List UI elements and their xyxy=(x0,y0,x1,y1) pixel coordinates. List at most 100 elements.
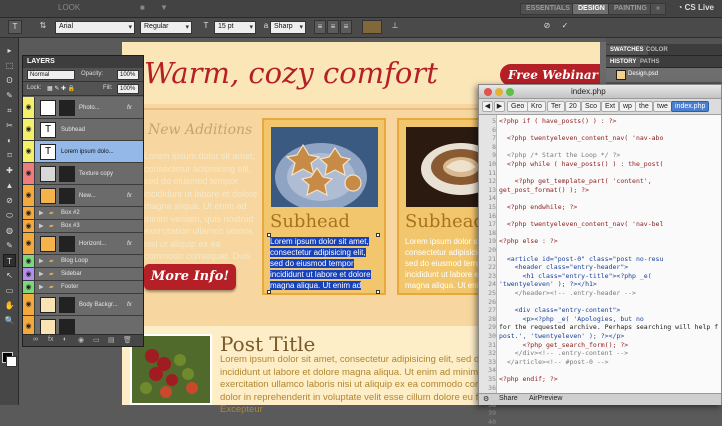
share-button[interactable]: Share xyxy=(499,395,518,402)
background-color-swatch[interactable] xyxy=(6,356,17,367)
layer-row[interactable]: ◉ ▶ ▰ Box #3 xyxy=(23,220,143,233)
bounding-box-handle[interactable] xyxy=(376,290,380,294)
font-style-select[interactable]: Regular ▾ xyxy=(140,21,192,34)
expand-group-icon[interactable]: ▶ xyxy=(39,284,44,291)
commit-edit-icon[interactable]: ✓ xyxy=(558,20,572,34)
eyedropper-tool-icon[interactable]: ◐ xyxy=(3,134,16,147)
layer-effects-icon[interactable]: fx xyxy=(127,241,132,247)
add-mask-icon[interactable]: ◐ xyxy=(63,336,67,343)
gradient-tool-icon[interactable]: ◍ xyxy=(3,224,16,237)
link-layers-icon[interactable]: ∞ xyxy=(33,336,38,343)
expand-group-icon[interactable]: ▶ xyxy=(39,223,44,230)
card-body-text-selected[interactable]: Lorem ipsum dolor sit amet, consectetur … xyxy=(270,236,378,291)
crop-tool-icon[interactable]: ⌗ xyxy=(3,104,16,117)
font-family-select[interactable]: Arial ▾ xyxy=(55,21,135,34)
expand-group-icon[interactable]: ▶ xyxy=(39,258,44,265)
breadcrumb-item[interactable]: Sco xyxy=(581,101,602,112)
workspace-more[interactable]: » xyxy=(650,3,666,15)
new-layer-icon[interactable]: ▤ xyxy=(108,336,115,344)
layer-effects-icon[interactable]: fx xyxy=(127,193,132,199)
opacity-input[interactable]: 100% xyxy=(117,70,139,80)
layers-tab[interactable]: LAYERS xyxy=(23,56,143,68)
lock-icons[interactable]: ▦ ✎ ✚ 🔒 xyxy=(47,85,75,92)
menu-item-look[interactable]: LOOK xyxy=(58,3,80,12)
align-center-icon[interactable]: ≡ xyxy=(327,20,339,34)
bounding-box-handle[interactable] xyxy=(267,233,271,237)
eye-icon[interactable]: ◉ xyxy=(23,233,35,254)
bounding-box-handle[interactable] xyxy=(376,233,380,237)
minimize-window-icon[interactable] xyxy=(495,88,503,96)
eye-icon[interactable]: ◉ xyxy=(23,207,35,219)
layer-row[interactable]: ◉ ▶ ▰ Box #2 xyxy=(23,207,143,220)
airpreview-button[interactable]: AirPreview xyxy=(529,395,562,402)
eraser-tool-icon[interactable]: ⬭ xyxy=(3,209,16,222)
breadcrumb-item[interactable]: the xyxy=(635,101,653,112)
slice-tool-icon[interactable]: ✂ xyxy=(3,119,16,132)
expand-group-icon[interactable]: ▶ xyxy=(39,210,44,217)
align-left-icon[interactable]: ≡ xyxy=(314,20,326,34)
layer-effects-icon[interactable]: fx xyxy=(127,105,132,111)
eye-icon[interactable]: ◉ xyxy=(23,281,35,293)
layer-row[interactable]: ◉ Photo... fx xyxy=(23,97,143,119)
expand-group-icon[interactable]: ▶ xyxy=(39,271,44,278)
breadcrumb-item[interactable]: twe xyxy=(653,101,672,112)
trash-icon[interactable]: 🗑 xyxy=(123,336,132,344)
history-snapshot-item[interactable]: Design.psd xyxy=(606,68,722,82)
lasso-tool-icon[interactable]: ʘ xyxy=(3,74,16,87)
tab-color[interactable]: COLOR xyxy=(642,45,672,55)
workspace-design[interactable]: DESIGN xyxy=(572,3,611,15)
cs-live-button[interactable]: ◔ CS Live xyxy=(678,3,714,12)
history-brush-tool-icon[interactable]: ⊘ xyxy=(3,194,16,207)
layer-row[interactable]: ◉ T Subhead xyxy=(23,119,143,141)
align-right-icon[interactable]: ≡ xyxy=(340,20,352,34)
layer-effects-icon[interactable]: fx xyxy=(127,302,132,308)
add-style-icon[interactable]: fx xyxy=(48,336,53,343)
layer-row[interactable]: ◉ Texture copy xyxy=(23,163,143,185)
breadcrumb-item[interactable]: Ter xyxy=(547,101,565,112)
breadcrumb-item[interactable]: Ext xyxy=(601,101,620,112)
eye-icon[interactable]: ◉ xyxy=(23,141,35,162)
stamp-tool-icon[interactable]: ▲ xyxy=(3,179,16,192)
workspace-essentials[interactable]: ESSENTIALS xyxy=(520,3,576,15)
workspace-painting[interactable]: PAINTING xyxy=(608,3,653,15)
menu-item-arrange[interactable]: ■ xyxy=(140,3,145,12)
blend-mode-select[interactable]: Normal xyxy=(27,70,75,80)
layer-row[interactable]: ◉ T Lorem ipsum dolo... xyxy=(23,141,143,163)
menu-item-view[interactable]: ▼ xyxy=(160,3,168,12)
eye-icon[interactable]: ◉ xyxy=(23,119,35,140)
shape-tool-icon[interactable]: ▭ xyxy=(3,284,16,297)
antialias-select[interactable]: Sharp ▾ xyxy=(270,21,306,34)
breadcrumb-item[interactable]: Geo xyxy=(507,101,529,112)
eye-icon[interactable]: ◉ xyxy=(23,185,35,206)
warp-text-icon[interactable]: ⊥ xyxy=(388,20,402,34)
code-area[interactable]: <?php if ( have_posts() ) : ?> <?php twe… xyxy=(497,115,721,393)
zoom-window-icon[interactable] xyxy=(506,88,514,96)
breadcrumb-item[interactable]: 20 xyxy=(565,101,581,112)
hand-tool-icon[interactable]: ✋ xyxy=(3,299,16,312)
fill-input[interactable]: 100% xyxy=(117,84,139,94)
path-select-tool-icon[interactable]: ↖ xyxy=(3,269,16,282)
bounding-box-handle[interactable] xyxy=(267,290,271,294)
marquee-tool-icon[interactable]: ⬚ xyxy=(3,59,16,72)
eye-icon[interactable]: ◉ xyxy=(23,294,35,315)
eye-icon[interactable]: ◉ xyxy=(23,220,35,232)
zoom-tool-icon[interactable]: 🔍 xyxy=(3,314,16,327)
breadcrumb-item[interactable]: wp xyxy=(619,101,636,112)
layer-row[interactable]: ◉ New... fx xyxy=(23,185,143,207)
close-window-icon[interactable] xyxy=(484,88,492,96)
tab-paths[interactable]: PATHS xyxy=(636,57,663,67)
brush-tool-icon[interactable]: ✚ xyxy=(3,164,16,177)
eye-icon[interactable]: ◉ xyxy=(23,97,35,118)
text-orientation-icon[interactable]: ⇅ xyxy=(36,20,50,34)
layer-row[interactable]: ◉ ▶ ▰ Sidebar xyxy=(23,268,143,281)
new-group-icon[interactable]: ▭ xyxy=(93,336,100,344)
quick-select-tool-icon[interactable]: ✎ xyxy=(3,89,16,102)
layer-row[interactable]: ◉ Body Backgr... fx xyxy=(23,294,143,316)
eye-icon[interactable]: ◉ xyxy=(23,268,35,280)
breadcrumb-item[interactable]: index.php xyxy=(671,101,710,112)
layer-row[interactable]: ◉ Horizont... fx xyxy=(23,233,143,255)
back-icon[interactable]: ◀ xyxy=(482,101,493,112)
forward-icon[interactable]: ▶ xyxy=(494,101,505,112)
gear-icon[interactable]: ⚙ xyxy=(483,395,489,403)
type-tool-icon[interactable]: T xyxy=(3,254,16,267)
